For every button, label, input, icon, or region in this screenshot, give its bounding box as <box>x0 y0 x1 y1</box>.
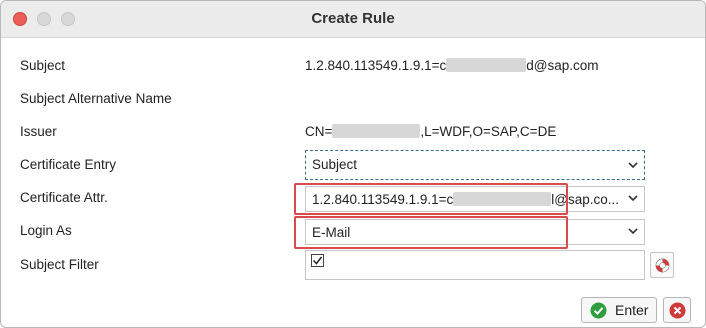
title-bar: Create Rule <box>1 1 705 38</box>
chevron-down-icon <box>628 195 638 202</box>
chevron-down-icon <box>628 228 638 235</box>
redacted-mask <box>446 58 527 72</box>
issuer-value: CN= ,L=WDF,O=SAP,C=DE <box>305 124 557 139</box>
subject-alt-name-label: Subject Alternative Name <box>20 91 172 106</box>
enter-button[interactable]: Enter <box>581 297 657 323</box>
subject-filter-help-button[interactable] <box>650 252 674 278</box>
issuer-label: Issuer <box>20 124 57 139</box>
subject-value: 1.2.840.113549.1.9.1=c d@sap.com <box>305 58 599 73</box>
cancel-x-icon <box>669 302 686 319</box>
subject-label: Subject <box>20 58 66 73</box>
subject-filter-label: Subject Filter <box>20 257 99 272</box>
check-circle-icon <box>590 302 607 319</box>
create-rule-dialog: Create Rule Subject Subject Alternative … <box>0 0 706 328</box>
dialog-title: Create Rule <box>311 10 395 27</box>
subject-filter-field <box>305 250 645 280</box>
certificate-entry-label: Certificate Entry <box>20 157 117 172</box>
lifebuoy-icon <box>655 258 670 273</box>
highlight-box-certificate-attr <box>294 183 568 215</box>
cancel-button[interactable] <box>663 297 691 323</box>
login-as-label: Login As <box>20 223 72 238</box>
highlight-box-login-as <box>294 216 568 249</box>
redacted-mask <box>332 124 421 138</box>
certificate-entry-select[interactable]: Subject <box>305 150 645 180</box>
chevron-down-icon <box>628 162 638 169</box>
checkbox-checked-icon[interactable] <box>311 254 324 267</box>
certificate-attr-label: Certificate Attr. <box>20 190 108 205</box>
